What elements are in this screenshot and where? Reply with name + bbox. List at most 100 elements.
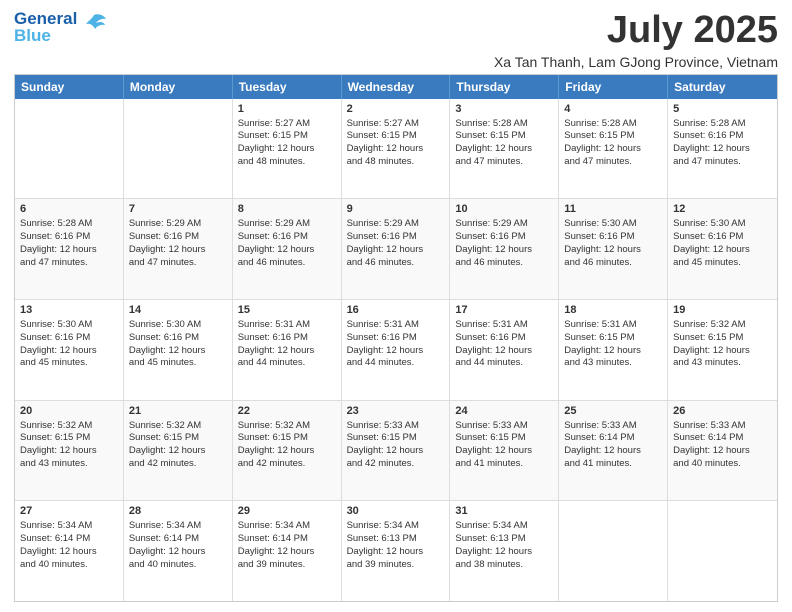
- day-number: 23: [347, 404, 445, 419]
- calendar-empty-cell: [124, 99, 233, 199]
- day-info-line: Daylight: 12 hours: [20, 345, 118, 358]
- day-number: 25: [564, 404, 662, 419]
- day-number: 30: [347, 504, 445, 519]
- day-info-line: Daylight: 12 hours: [564, 445, 662, 458]
- day-number: 22: [238, 404, 336, 419]
- day-info-line: and 39 minutes.: [347, 559, 445, 572]
- day-info-line: Sunset: 6:16 PM: [238, 231, 336, 244]
- day-info-line: Daylight: 12 hours: [564, 345, 662, 358]
- day-info-line: Daylight: 12 hours: [20, 445, 118, 458]
- day-info-line: and 43 minutes.: [20, 458, 118, 471]
- day-info-line: and 40 minutes.: [20, 559, 118, 572]
- calendar-empty-cell: [559, 501, 668, 601]
- day-info-line: Sunset: 6:16 PM: [673, 130, 772, 143]
- day-info-line: and 48 minutes.: [347, 156, 445, 169]
- day-info-line: Sunset: 6:14 PM: [673, 432, 772, 445]
- day-info-line: Sunset: 6:15 PM: [129, 432, 227, 445]
- day-info-line: and 40 minutes.: [673, 458, 772, 471]
- day-info-line: Sunset: 6:13 PM: [347, 533, 445, 546]
- day-info-line: Daylight: 12 hours: [455, 445, 553, 458]
- day-info-line: Sunset: 6:16 PM: [347, 231, 445, 244]
- day-info-line: Sunrise: 5:28 AM: [455, 118, 553, 131]
- day-info-line: Daylight: 12 hours: [564, 143, 662, 156]
- day-info-line: and 47 minutes.: [20, 257, 118, 270]
- calendar: SundayMondayTuesdayWednesdayThursdayFrid…: [14, 74, 778, 602]
- day-info-line: Sunrise: 5:32 AM: [673, 319, 772, 332]
- day-info-line: Daylight: 12 hours: [347, 143, 445, 156]
- day-info-line: Sunrise: 5:34 AM: [455, 520, 553, 533]
- day-info-line: Daylight: 12 hours: [455, 546, 553, 559]
- day-number: 17: [455, 303, 553, 318]
- day-info-line: Daylight: 12 hours: [238, 445, 336, 458]
- day-info-line: Daylight: 12 hours: [455, 143, 553, 156]
- calendar-day-26: 26Sunrise: 5:33 AMSunset: 6:14 PMDayligh…: [668, 401, 777, 501]
- day-info-line: Sunset: 6:15 PM: [20, 432, 118, 445]
- day-number: 18: [564, 303, 662, 318]
- logo-bird-icon: [80, 9, 108, 42]
- day-info-line: Sunset: 6:16 PM: [673, 231, 772, 244]
- day-info-line: Sunrise: 5:32 AM: [20, 420, 118, 433]
- day-header-tuesday: Tuesday: [233, 75, 342, 99]
- day-number: 28: [129, 504, 227, 519]
- day-info-line: Sunrise: 5:33 AM: [455, 420, 553, 433]
- calendar-day-25: 25Sunrise: 5:33 AMSunset: 6:14 PMDayligh…: [559, 401, 668, 501]
- calendar-header: SundayMondayTuesdayWednesdayThursdayFrid…: [15, 75, 777, 99]
- calendar-day-15: 15Sunrise: 5:31 AMSunset: 6:16 PMDayligh…: [233, 300, 342, 400]
- day-info-line: Sunrise: 5:27 AM: [238, 118, 336, 131]
- day-number: 1: [238, 102, 336, 117]
- day-info-line: and 45 minutes.: [129, 357, 227, 370]
- calendar-body: 1Sunrise: 5:27 AMSunset: 6:15 PMDaylight…: [15, 99, 777, 601]
- day-info-line: Sunrise: 5:33 AM: [564, 420, 662, 433]
- day-info-line: Sunrise: 5:30 AM: [673, 218, 772, 231]
- day-info-line: Daylight: 12 hours: [564, 244, 662, 257]
- calendar-day-24: 24Sunrise: 5:33 AMSunset: 6:15 PMDayligh…: [450, 401, 559, 501]
- day-info-line: Daylight: 12 hours: [20, 244, 118, 257]
- calendar-day-28: 28Sunrise: 5:34 AMSunset: 6:14 PMDayligh…: [124, 501, 233, 601]
- day-info-line: Sunrise: 5:28 AM: [564, 118, 662, 131]
- day-info-line: and 47 minutes.: [455, 156, 553, 169]
- day-info-line: Daylight: 12 hours: [455, 244, 553, 257]
- day-info-line: Daylight: 12 hours: [455, 345, 553, 358]
- day-number: 19: [673, 303, 772, 318]
- day-number: 12: [673, 202, 772, 217]
- day-info-line: Daylight: 12 hours: [673, 445, 772, 458]
- day-info-line: and 44 minutes.: [347, 357, 445, 370]
- calendar-day-1: 1Sunrise: 5:27 AMSunset: 6:15 PMDaylight…: [233, 99, 342, 199]
- day-number: 14: [129, 303, 227, 318]
- day-info-line: Daylight: 12 hours: [238, 546, 336, 559]
- logo-blue: Blue: [14, 27, 77, 44]
- day-info-line: Sunset: 6:15 PM: [347, 130, 445, 143]
- day-info-line: Sunset: 6:16 PM: [564, 231, 662, 244]
- calendar-week-2: 6Sunrise: 5:28 AMSunset: 6:16 PMDaylight…: [15, 199, 777, 300]
- day-info-line: Sunset: 6:16 PM: [238, 332, 336, 345]
- day-info-line: and 42 minutes.: [129, 458, 227, 471]
- calendar-day-5: 5Sunrise: 5:28 AMSunset: 6:16 PMDaylight…: [668, 99, 777, 199]
- calendar-empty-cell: [15, 99, 124, 199]
- calendar-week-3: 13Sunrise: 5:30 AMSunset: 6:16 PMDayligh…: [15, 300, 777, 401]
- day-info-line: and 41 minutes.: [564, 458, 662, 471]
- day-info-line: Sunset: 6:16 PM: [129, 231, 227, 244]
- day-header-sunday: Sunday: [15, 75, 124, 99]
- day-number: 13: [20, 303, 118, 318]
- calendar-day-18: 18Sunrise: 5:31 AMSunset: 6:15 PMDayligh…: [559, 300, 668, 400]
- day-number: 2: [347, 102, 445, 117]
- day-info-line: Sunrise: 5:34 AM: [20, 520, 118, 533]
- day-info-line: Sunrise: 5:34 AM: [347, 520, 445, 533]
- day-info-line: Sunrise: 5:33 AM: [347, 420, 445, 433]
- day-info-line: Sunset: 6:14 PM: [20, 533, 118, 546]
- day-header-saturday: Saturday: [668, 75, 777, 99]
- day-header-monday: Monday: [124, 75, 233, 99]
- day-info-line: Sunrise: 5:30 AM: [564, 218, 662, 231]
- calendar-day-2: 2Sunrise: 5:27 AMSunset: 6:15 PMDaylight…: [342, 99, 451, 199]
- day-info-line: and 45 minutes.: [20, 357, 118, 370]
- day-info-line: Sunset: 6:14 PM: [129, 533, 227, 546]
- day-number: 4: [564, 102, 662, 117]
- day-info-line: and 43 minutes.: [564, 357, 662, 370]
- calendar-day-17: 17Sunrise: 5:31 AMSunset: 6:16 PMDayligh…: [450, 300, 559, 400]
- day-number: 27: [20, 504, 118, 519]
- day-number: 6: [20, 202, 118, 217]
- calendar-day-3: 3Sunrise: 5:28 AMSunset: 6:15 PMDaylight…: [450, 99, 559, 199]
- calendar-day-31: 31Sunrise: 5:34 AMSunset: 6:13 PMDayligh…: [450, 501, 559, 601]
- calendar-day-14: 14Sunrise: 5:30 AMSunset: 6:16 PMDayligh…: [124, 300, 233, 400]
- day-info-line: Sunrise: 5:29 AM: [455, 218, 553, 231]
